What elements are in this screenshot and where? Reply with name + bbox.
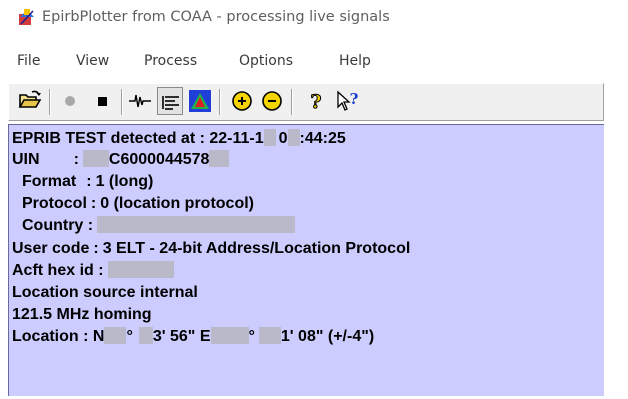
redaction bbox=[107, 261, 174, 278]
menu-process[interactable]: Process bbox=[144, 53, 197, 69]
app-icon[interactable] bbox=[18, 8, 36, 26]
detection-label: EPRIB TEST detected at : 22-11-1 bbox=[12, 130, 264, 147]
help-button[interactable]: ? bbox=[303, 87, 329, 115]
menu-bar: File View Process Options Help bbox=[0, 48, 628, 74]
zoom-in-button[interactable] bbox=[229, 87, 255, 115]
map-plot-button[interactable] bbox=[187, 87, 213, 115]
location-north-minutes: 3' 56" E bbox=[152, 328, 211, 345]
help-icon: ? bbox=[310, 91, 322, 114]
toolbar-separator bbox=[291, 89, 293, 115]
toolbar-separator bbox=[219, 89, 221, 115]
uin-label: UIN bbox=[12, 151, 40, 168]
user-code-label: User code bbox=[12, 240, 90, 257]
record-icon bbox=[65, 96, 75, 106]
protocol-line: Protocol:0 (location protocol) bbox=[22, 194, 254, 214]
protocol-value: 0 (location protocol) bbox=[100, 195, 254, 212]
country-label: Country : bbox=[22, 217, 94, 234]
waveform-button[interactable] bbox=[127, 87, 153, 115]
location-source-line: Location source internal bbox=[12, 284, 198, 301]
svg-text:?: ? bbox=[310, 91, 321, 113]
country-line: Country : bbox=[22, 216, 296, 236]
user-code-value: 3 ELT - 24-bit Address/Location Protocol bbox=[102, 240, 411, 257]
redaction bbox=[104, 327, 127, 344]
waveform-icon bbox=[129, 94, 151, 108]
menu-help[interactable]: Help bbox=[339, 53, 371, 69]
user-code-line: User code:3 ELT - 24-bit Address/Locatio… bbox=[12, 239, 410, 259]
window-title: EpirbPlotter from COAA - processing live… bbox=[42, 9, 390, 25]
toolbar-separator bbox=[49, 89, 51, 115]
protocol-separator: : bbox=[90, 195, 97, 212]
open-folder-icon bbox=[18, 90, 42, 108]
redaction bbox=[258, 327, 281, 344]
redaction bbox=[210, 327, 249, 344]
zoom-in-icon bbox=[232, 91, 252, 111]
detection-time-part: 0 bbox=[278, 130, 288, 147]
format-line: Format:1 (long) bbox=[22, 172, 153, 192]
aircraft-hex-line: Acft hex id : bbox=[12, 261, 174, 281]
stop-icon bbox=[98, 97, 107, 106]
menu-view[interactable]: View bbox=[76, 53, 109, 69]
aircraft-hex-label: Acft hex id : bbox=[12, 262, 104, 279]
detection-time-suffix: :44:25 bbox=[299, 130, 346, 147]
location-line: Location : N ° 3' 56" E ° 1' 08" (+/-4") bbox=[12, 327, 374, 347]
redaction bbox=[287, 129, 300, 146]
uin-line: UIN: C6000044578 bbox=[12, 150, 230, 170]
open-button[interactable] bbox=[17, 87, 43, 115]
menu-options[interactable]: Options bbox=[239, 53, 293, 69]
redaction bbox=[138, 327, 153, 344]
context-help-icon: ? bbox=[337, 90, 359, 111]
toolbar-separator bbox=[121, 89, 123, 115]
signal-output-panel: EPRIB TEST detected at : 22-11-1 0:44:25 … bbox=[8, 124, 604, 396]
format-label: Format bbox=[22, 173, 77, 190]
protocol-label: Protocol bbox=[22, 195, 87, 212]
location-degree-east: ° bbox=[248, 328, 255, 345]
context-help-button[interactable]: ? bbox=[335, 87, 361, 115]
svg-text:?: ? bbox=[350, 90, 359, 108]
redaction bbox=[209, 150, 230, 167]
uin-separator: : bbox=[73, 151, 79, 168]
record-button[interactable] bbox=[57, 87, 83, 115]
zoom-out-button[interactable] bbox=[259, 87, 285, 115]
location-prefix: Location : N bbox=[12, 328, 105, 345]
stop-button[interactable] bbox=[89, 87, 115, 115]
text-align-icon bbox=[162, 96, 179, 110]
menu-file[interactable]: File bbox=[17, 53, 40, 69]
zoom-out-icon bbox=[262, 91, 282, 111]
user-code-separator: : bbox=[93, 240, 99, 257]
detection-line: EPRIB TEST detected at : 22-11-1 0 :44:25 bbox=[12, 129, 346, 149]
toolbar: ? ? bbox=[8, 83, 604, 121]
redaction bbox=[97, 216, 296, 233]
redaction bbox=[82, 150, 109, 167]
uin-value: C6000044578 bbox=[108, 151, 210, 168]
location-degree-north: ° bbox=[126, 328, 133, 345]
homing-line: 121.5 MHz homing bbox=[12, 306, 152, 323]
title-bar: EpirbPlotter from COAA - processing live… bbox=[0, 0, 628, 38]
location-east-minutes: 1' 08" (+/-4") bbox=[280, 328, 375, 345]
format-separator: : bbox=[86, 173, 92, 190]
redaction bbox=[263, 129, 276, 146]
text-view-button[interactable] bbox=[157, 87, 183, 115]
map-plot-icon bbox=[189, 90, 211, 112]
format-value: 1 (long) bbox=[95, 173, 154, 190]
